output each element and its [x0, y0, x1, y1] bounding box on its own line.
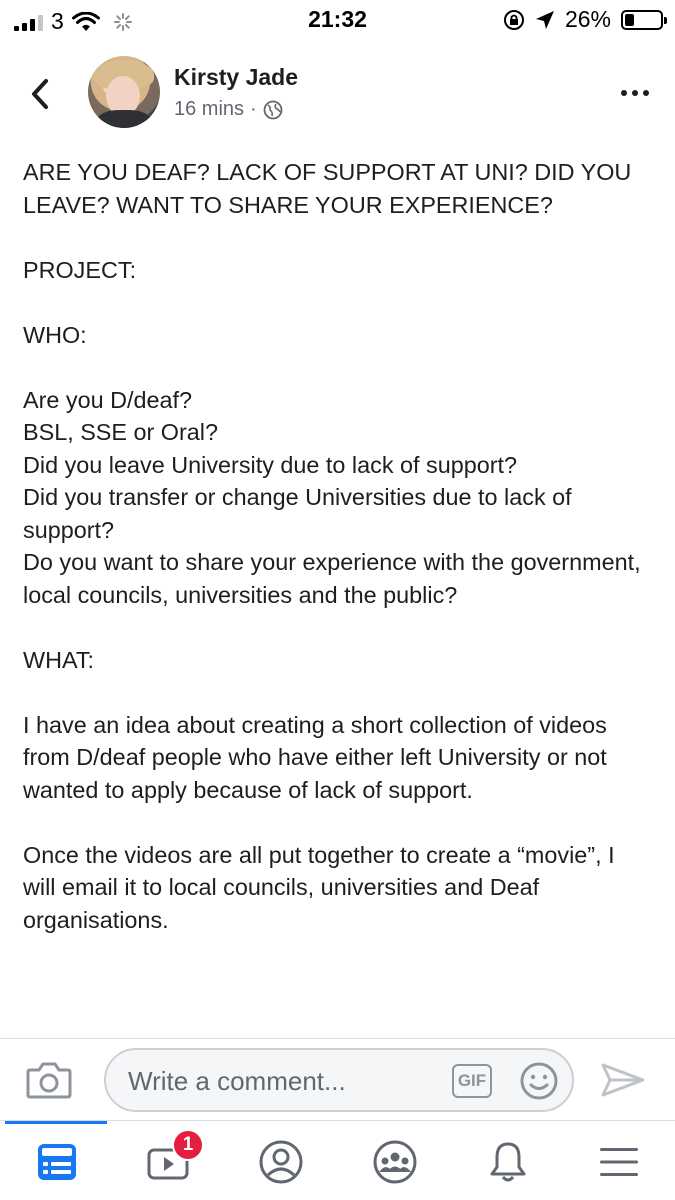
battery-icon	[621, 9, 667, 30]
avatar[interactable]	[88, 56, 160, 128]
watch-notification-badge: 1	[172, 1129, 204, 1161]
orientation-lock-icon	[503, 9, 524, 30]
post-paragraph: BSL, SSE or Oral?	[23, 419, 219, 445]
post-paragraph: ARE YOU DEAF? LACK OF SUPPORT AT UNI? DI…	[23, 159, 632, 218]
news-feed-icon	[38, 1144, 76, 1180]
post-paragraph: Did you transfer or change Universities …	[23, 484, 572, 543]
gif-button[interactable]: GIF	[452, 1064, 492, 1098]
post-paragraph: Once the videos are all put together to …	[23, 841, 615, 933]
post-paragraph: PROJECT:	[23, 256, 137, 283]
post-paragraph: I have an idea about creating a short co…	[23, 711, 607, 803]
battery-percent: 26%	[564, 6, 611, 32]
post-timestamp[interactable]: 16 mins	[174, 98, 244, 121]
post-body: ARE YOU DEAF? LACK OF SUPPORT AT UNI? DI…	[23, 156, 653, 969]
active-tab-indicator	[5, 1121, 107, 1124]
post-paragraph: Did you leave University due to lack of …	[23, 451, 518, 478]
post-paragraph: WHAT:	[23, 646, 95, 673]
post-paragraph: Do you want to share your experience wit…	[23, 549, 641, 608]
profile-icon	[259, 1140, 303, 1184]
post-header: Kirsty Jade 16 mins ·	[0, 52, 675, 136]
back-arrow-icon[interactable]	[26, 76, 56, 112]
camera-icon[interactable]	[26, 1061, 72, 1099]
globe-icon	[263, 100, 283, 119]
emoji-icon[interactable]	[518, 1060, 560, 1102]
tab-profile[interactable]	[256, 1137, 306, 1187]
comment-input[interactable]: Write a comment... GIF	[104, 1048, 574, 1112]
post-meta: 16 mins ·	[174, 98, 283, 121]
author-name[interactable]: Kirsty Jade	[174, 64, 298, 91]
location-arrow-icon	[535, 10, 554, 29]
meta-separator: ·	[250, 98, 257, 120]
comment-bar: Write a comment... GIF	[0, 1038, 675, 1120]
tab-news-feed[interactable]	[32, 1137, 82, 1187]
comment-placeholder: Write a comment...	[128, 1066, 346, 1096]
tab-notifications[interactable]	[483, 1137, 533, 1187]
post-paragraph: Are you D/deaf?	[23, 386, 193, 413]
send-icon[interactable]	[600, 1061, 646, 1099]
status-bar: 3 21:32 26%	[0, 0, 675, 38]
groups-icon	[373, 1140, 417, 1184]
tab-menu[interactable]	[594, 1137, 644, 1187]
bottom-nav: 1	[0, 1120, 675, 1200]
post-paragraph: WHO:	[23, 321, 87, 348]
more-options-icon[interactable]	[621, 90, 649, 96]
notifications-icon	[490, 1142, 526, 1182]
tab-groups[interactable]	[370, 1137, 420, 1187]
menu-icon	[600, 1148, 638, 1176]
